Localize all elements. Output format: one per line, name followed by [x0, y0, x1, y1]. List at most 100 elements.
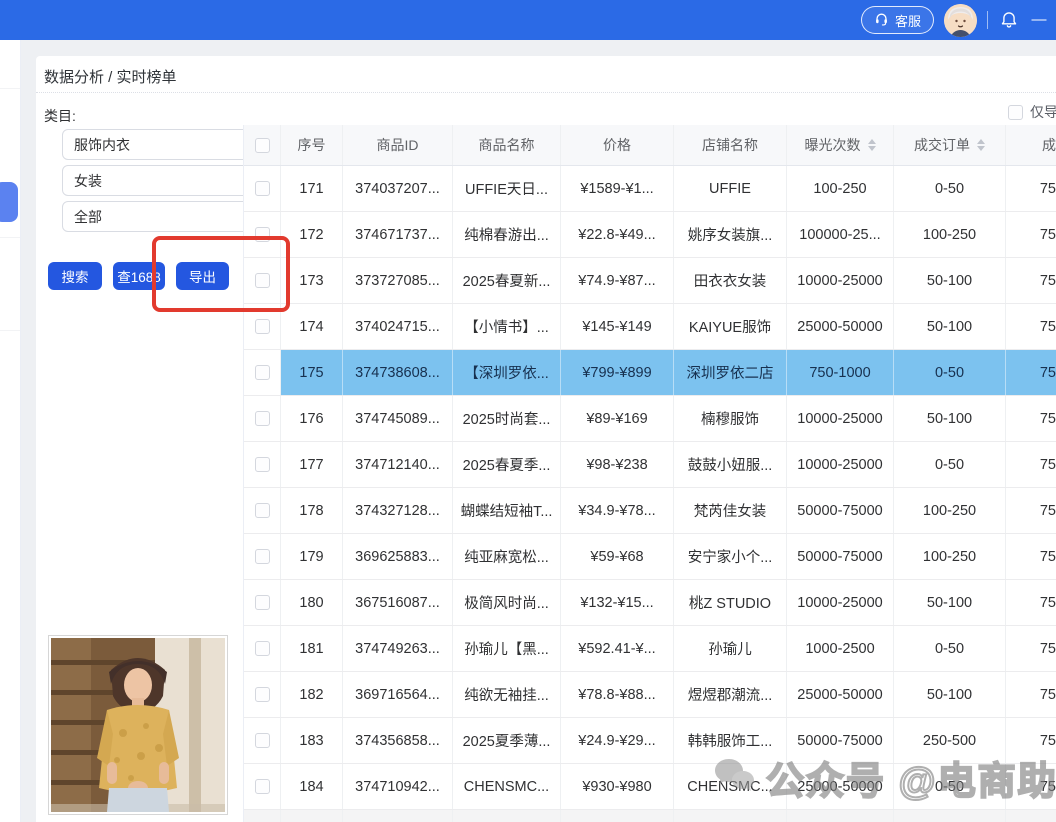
row-checkbox[interactable] [255, 181, 270, 196]
table-row[interactable]: 179369625883...纯亚麻宽松...¥59-¥68安宁家小个...50… [244, 534, 1056, 580]
sidebar-active-item[interactable] [0, 182, 18, 222]
row-checkbox-cell [244, 166, 281, 211]
table-header-row: 序号商品ID商品名称价格店铺名称曝光次数成交订单成交 [244, 125, 1056, 166]
cell-orders: 250-500 [894, 810, 1006, 822]
table-row[interactable]: 175374738608...【深圳罗依...¥799-¥899深圳罗依二店75… [244, 350, 1056, 396]
table-row[interactable]: 183374356858...2025夏季薄...¥24.9-¥29...韩韩服… [244, 718, 1056, 764]
table-row[interactable]: 177374712140...2025春夏季...¥98-¥238鼓鼓小妞服..… [244, 442, 1056, 488]
cell-id: 369716564... [343, 672, 453, 717]
cell-exposure: 100000-25... [787, 212, 894, 257]
select-all-checkbox[interactable] [255, 138, 270, 153]
sort-carets-icon[interactable] [977, 139, 985, 151]
row-checkbox[interactable] [255, 227, 270, 242]
table-row[interactable]: 173373727085...2025春夏新...¥74.9-¥87...田衣衣… [244, 258, 1056, 304]
cell-amount: 7500 [1006, 534, 1056, 579]
table-body: 171374037207...UFFIE天日...¥1589-¥1...UFFI… [244, 166, 1056, 822]
table-row[interactable]: 174374024715...【小情书】...¥145-¥149KAIYUE服饰… [244, 304, 1056, 350]
cell-shop: 梵芮佳女装 [674, 488, 787, 533]
cell-id: 369625883... [343, 534, 453, 579]
row-checkbox[interactable] [255, 549, 270, 564]
cell-id: 374745089... [343, 396, 453, 441]
table-row[interactable]: 181374749263...孙瑜儿【黑...¥592.41-¥...孙瑜儿10… [244, 626, 1056, 672]
table-row[interactable]: 178374327128...蝴蝶结短袖T...¥34.9-¥78...梵芮佳女… [244, 488, 1056, 534]
only-export-option[interactable]: 仅导 [1008, 102, 1056, 122]
column-header-label: 店铺名称 [702, 135, 758, 155]
row-checkbox[interactable] [255, 457, 270, 472]
row-checkbox[interactable] [255, 273, 270, 288]
cell-id: 374356858... [343, 718, 453, 763]
cell-shop: UFFIE [674, 166, 787, 211]
main-content-card: 数据分析 / 实时榜单 类目: 服饰内衣 女装 全部 搜索 查1688 导出 仅… [36, 56, 1056, 822]
row-checkbox[interactable] [255, 365, 270, 380]
table-row[interactable]: 182369716564...纯欲无袖挂...¥78.8-¥88...煜煜郡潮流… [244, 672, 1056, 718]
user-avatar[interactable] [944, 4, 977, 37]
cell-shop: 姚序女装旗... [674, 212, 787, 257]
cell-amount: 7500 [1006, 488, 1056, 533]
cell-no: 177 [281, 442, 343, 487]
customer-support-button[interactable]: 客服 [861, 6, 934, 34]
cell-name: 2025时尚套... [453, 396, 561, 441]
column-header: 商品名称 [453, 125, 561, 165]
row-checkbox[interactable] [255, 411, 270, 426]
row-checkbox[interactable] [255, 319, 270, 334]
row-checkbox-cell [244, 810, 281, 822]
cell-exposure: 25000-50000 [787, 810, 894, 822]
search-button[interactable]: 搜索 [48, 262, 102, 290]
cell-id: 374749263... [343, 626, 453, 671]
row-checkbox[interactable] [255, 595, 270, 610]
cell-shop: KAIYUE服饰 [674, 304, 787, 349]
cell-exposure: 10000-25000 [787, 442, 894, 487]
cell-id: 368511698 [343, 810, 453, 822]
cell-shop: 深圳罗依二店 [674, 350, 787, 395]
cell-price: ¥34.9-¥78... [561, 488, 674, 533]
cell-orders: 50-100 [894, 672, 1006, 717]
cell-name: 孙瑜儿【黑... [453, 626, 561, 671]
category-select[interactable]: 女装 [62, 165, 267, 196]
table-row[interactable]: 176374745089...2025时尚套...¥89-¥169楠穆服饰100… [244, 396, 1056, 442]
breadcrumb: 数据分析 / 实时榜单 [44, 66, 177, 87]
sort-carets-icon[interactable] [868, 139, 876, 151]
cell-name: 纯亚麻宽松... [453, 534, 561, 579]
column-header[interactable]: 曝光次数 [787, 125, 894, 165]
cell-orders: 0-50 [894, 350, 1006, 395]
table-row[interactable]: 185368511698韵殿莱赛尔¥19.8-¥29YUNDIAN25000-5… [244, 810, 1056, 822]
cell-exposure: 25000-50000 [787, 672, 894, 717]
breadcrumb-divider [36, 92, 1056, 93]
column-header-label: 商品ID [377, 135, 419, 155]
category-select[interactable]: 服饰内衣 [62, 129, 267, 160]
row-checkbox[interactable] [255, 779, 270, 794]
product-photo [48, 635, 228, 815]
cell-shop: 韩韩服饰工... [674, 718, 787, 763]
cell-no: 175 [281, 350, 343, 395]
cell-orders: 0-50 [894, 626, 1006, 671]
category-select-value: 女装 [74, 171, 102, 191]
table-row[interactable]: 180367516087...极简风时尚...¥132-¥15...桃Z STU… [244, 580, 1056, 626]
cell-orders: 250-500 [894, 718, 1006, 763]
cell-orders: 100-250 [894, 488, 1006, 533]
table-row[interactable]: 171374037207...UFFIE天日...¥1589-¥1...UFFI… [244, 166, 1056, 212]
row-checkbox[interactable] [255, 733, 270, 748]
only-export-checkbox[interactable] [1008, 105, 1023, 120]
column-header[interactable]: 成交订单 [894, 125, 1006, 165]
row-checkbox[interactable] [255, 687, 270, 702]
cell-exposure: 25000-50000 [787, 304, 894, 349]
check-1688-button[interactable]: 查1688 [113, 262, 165, 290]
cell-exposure: 10000-25000 [787, 396, 894, 441]
cell-no: 182 [281, 672, 343, 717]
row-checkbox[interactable] [255, 641, 270, 656]
window-minimize-button[interactable]: — [1030, 0, 1048, 40]
ranking-table: 序号商品ID商品名称价格店铺名称曝光次数成交订单成交 171374037207.… [243, 125, 1056, 822]
table-row[interactable]: 184374710942...CHENSMC...¥930-¥980CHENSM… [244, 764, 1056, 810]
header-checkbox-cell [244, 125, 281, 165]
sidebar-divider [0, 237, 20, 238]
table-row[interactable]: 172374671737...纯棉春游出...¥22.8-¥49...姚序女装旗… [244, 212, 1056, 258]
row-checkbox-cell [244, 304, 281, 349]
row-checkbox[interactable] [255, 503, 270, 518]
category-select[interactable]: 全部 [62, 201, 267, 232]
cell-name: 2025夏季薄... [453, 718, 561, 763]
notification-bell-icon[interactable] [998, 9, 1020, 31]
cell-orders: 50-100 [894, 258, 1006, 303]
export-button[interactable]: 导出 [176, 262, 229, 290]
only-export-label: 仅导 [1030, 102, 1056, 122]
cell-amount: 7500 [1006, 764, 1056, 809]
